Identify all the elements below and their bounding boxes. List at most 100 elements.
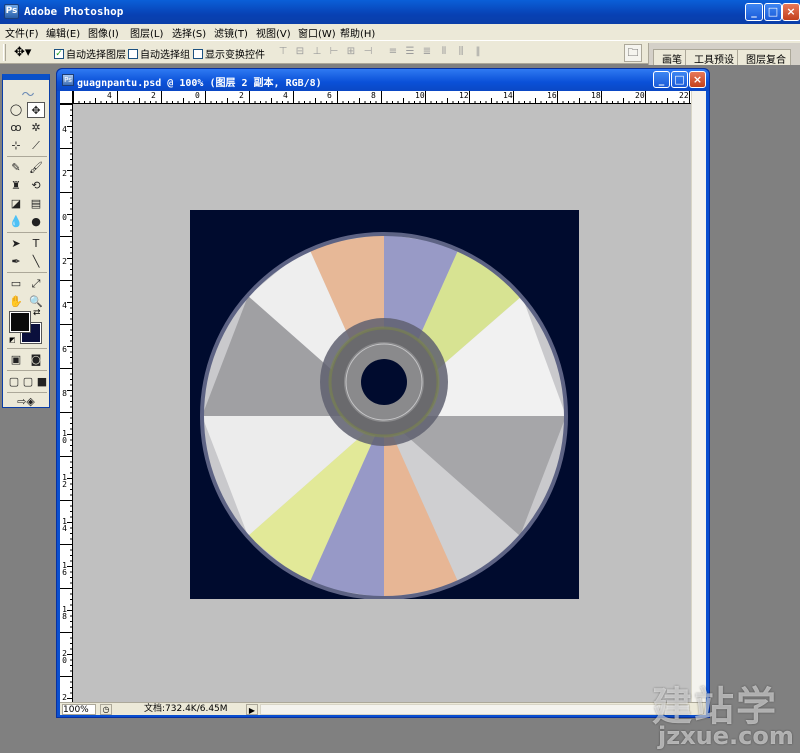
move-tool-button-icon[interactable]: ✥ <box>27 102 45 118</box>
pen-tool-icon[interactable]: ✒ <box>7 254 25 270</box>
status-bar: 100% ◷ 文档:732.4K/6.45M ▶ <box>60 702 706 715</box>
foreground-color-swatch[interactable] <box>9 311 31 333</box>
show-transform-controls-option[interactable]: 显示变换控件 <box>193 46 265 61</box>
blur-tool-icon[interactable]: 💧 <box>7 214 25 230</box>
menu-select[interactable]: 选择(S) <box>172 25 206 40</box>
jump-to-imageready-icon[interactable]: ⇨◈ <box>7 394 45 410</box>
watermark-url-text: jzxue.com <box>658 722 794 750</box>
move-tool-icon[interactable]: ✥▾ <box>14 44 42 62</box>
crop-tool-icon[interactable]: ⊹ <box>7 138 25 154</box>
ruler-origin[interactable] <box>60 91 73 104</box>
menu-layer[interactable]: 图层(L) <box>130 25 163 40</box>
align-bottom-icon[interactable]: ⊥ <box>310 45 324 59</box>
brush-tool-icon[interactable]: 🖌 <box>27 160 45 176</box>
vertical-scrollbar[interactable] <box>691 91 706 702</box>
clone-stamp-icon[interactable]: ♜ <box>7 178 25 194</box>
menu-view[interactable]: 视图(V) <box>256 25 291 40</box>
path-selection-icon[interactable]: ➤ <box>7 236 25 252</box>
menu-filter[interactable]: 滤镜(T) <box>214 25 248 40</box>
show-transform-controls-label: 显示变换控件 <box>205 50 265 61</box>
close-button[interactable]: × <box>782 3 800 21</box>
site-watermark: 建站学 jzxue.com <box>648 672 798 752</box>
hand-tool-icon[interactable]: ✋ <box>7 294 25 310</box>
standard-mode-icon[interactable]: ▣ <box>7 352 25 368</box>
dodge-tool-icon[interactable]: ● <box>27 214 45 230</box>
screen-mode-full-icon[interactable]: ■ <box>33 374 51 390</box>
document-size-info: 文档:732.4K/6.45M <box>144 704 228 714</box>
lasso-marquee-tool-icon[interactable]: ◯ <box>7 102 25 118</box>
doc-minimize-button[interactable]: _ <box>653 71 670 88</box>
distribute-vcenter-icon[interactable]: ☰ <box>403 45 417 59</box>
gradient-tool-icon[interactable]: ▤ <box>27 196 45 212</box>
vruler-label: 20 <box>62 649 67 665</box>
magic-wand-icon[interactable]: ✲ <box>27 120 45 136</box>
palette-tab-layer-comps[interactable]: 图层复合 <box>737 49 791 66</box>
auto-select-layer-label: 自动选择图层 <box>66 50 126 61</box>
quick-mask-mode-icon[interactable]: ◙ <box>27 352 45 368</box>
doc-maximize-button[interactable]: □ <box>671 71 688 88</box>
hruler-label: 6 <box>327 91 332 100</box>
zoom-level-field[interactable]: 100% <box>62 704 96 715</box>
cd-disc-image <box>200 232 568 599</box>
canvas-area[interactable] <box>73 104 691 702</box>
distribute-left-icon[interactable]: ⫴ <box>437 45 451 59</box>
file-browser-icon[interactable]: 🗀 <box>624 44 642 62</box>
palette-tab-brushes[interactable]: 画笔 <box>653 49 687 66</box>
show-transform-controls-checkbox[interactable] <box>193 48 203 59</box>
menu-window[interactable]: 窗口(W) <box>298 25 336 40</box>
vruler-label: 14 <box>62 517 67 533</box>
distribute-right-icon[interactable]: ‖ <box>471 45 485 59</box>
auto-select-group-checkbox[interactable] <box>128 48 138 59</box>
auto-select-group-option[interactable]: 自动选择组 <box>128 46 190 61</box>
distribute-bottom-icon[interactable]: ≣ <box>420 45 434 59</box>
eraser-tool-icon[interactable]: ◪ <box>7 196 25 212</box>
document-icon: Ps <box>62 74 74 86</box>
auto-select-layer-checkbox[interactable]: ✓ <box>54 48 64 59</box>
distribute-hcenter-icon[interactable]: ⫼ <box>454 45 468 59</box>
horizontal-scrollbar[interactable] <box>260 704 690 715</box>
palette-tab-tool-presets[interactable]: 工具预设 <box>685 49 739 66</box>
lasso-tool-icon[interactable]: ꝏ <box>7 120 25 136</box>
align-hcenter-icon[interactable]: ⊞ <box>344 45 358 59</box>
align-left-icon[interactable]: ⊢ <box>327 45 341 59</box>
hruler-label: 4 <box>283 91 288 100</box>
app-title-bar: Ps Adobe Photoshop _ □ × <box>0 0 800 24</box>
status-info-icon[interactable]: ◷ <box>100 704 112 715</box>
hruler-label: 2 <box>151 91 156 100</box>
notes-tool-icon[interactable]: ▭ <box>7 276 25 292</box>
toolbox: 〜 ◯ ✥ ꝏ ✲ ⊹ ⟋ ✎ 🖌 ♜ ⟲ ◪ ▤ 💧 ● ➤ T ✒ ╲ ▭ … <box>2 74 50 408</box>
menu-file[interactable]: 文件(F) <box>5 25 39 40</box>
status-menu-arrow-icon[interactable]: ▶ <box>246 704 258 715</box>
eyedropper-tool-icon[interactable]: ⤢ <box>27 276 45 292</box>
maximize-button[interactable]: □ <box>764 3 782 21</box>
slice-tool-icon[interactable]: ⟋ <box>27 138 45 154</box>
history-brush-icon[interactable]: ⟲ <box>27 178 45 194</box>
type-tool-icon[interactable]: T <box>27 236 45 252</box>
line-tool-icon[interactable]: ╲ <box>27 254 45 270</box>
align-buttons-group: ⊤ ⊟ ⊥ ⊢ ⊞ ⊣ <box>276 45 375 61</box>
options-bar-grip[interactable] <box>3 44 6 61</box>
auto-select-layer-option[interactable]: ✓ 自动选择图层 <box>54 46 126 61</box>
hruler-label: 16 <box>547 91 557 100</box>
swap-colors-icon[interactable]: ⇄ <box>33 308 41 318</box>
document-title-bar[interactable]: Ps guagnpantu.psd @ 100% (图层 2 副本, RGB/8… <box>57 69 709 91</box>
align-right-icon[interactable]: ⊣ <box>361 45 375 59</box>
menu-help[interactable]: 帮助(H) <box>340 25 375 40</box>
menu-bar: 文件(F) 编辑(E) 图像(I) 图层(L) 选择(S) 滤镜(T) 视图(V… <box>0 24 800 40</box>
vruler-label: 12 <box>62 473 67 489</box>
artboard[interactable] <box>190 210 579 599</box>
menu-edit[interactable]: 编辑(E) <box>46 25 80 40</box>
hruler-label: 20 <box>635 91 645 100</box>
align-top-icon[interactable]: ⊤ <box>276 45 290 59</box>
distribute-top-icon[interactable]: ≡ <box>386 45 400 59</box>
healing-brush-icon[interactable]: ✎ <box>7 160 25 176</box>
horizontal-ruler[interactable]: 4 2 0 2 4 6 8 10 12 14 16 18 20 22 <box>73 91 691 104</box>
vertical-ruler[interactable]: 4 2 0 2 4 6 8 10 12 14 16 18 20 2 <box>60 104 73 702</box>
doc-close-button[interactable]: × <box>689 71 706 88</box>
align-vcenter-icon[interactable]: ⊟ <box>293 45 307 59</box>
menu-image[interactable]: 图像(I) <box>88 25 119 40</box>
default-colors-icon[interactable]: ◩ <box>9 336 17 344</box>
minimize-button[interactable]: _ <box>745 3 763 21</box>
hruler-label: 10 <box>415 91 425 100</box>
vruler-label: 18 <box>62 605 67 621</box>
